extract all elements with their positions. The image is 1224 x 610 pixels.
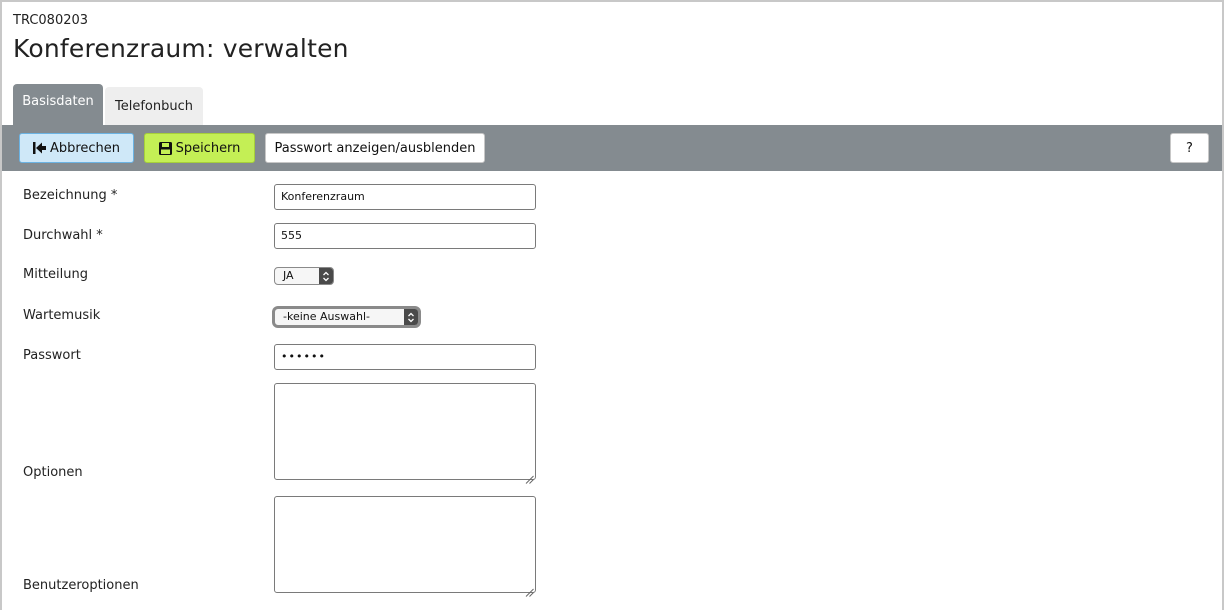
benutzeroptionen-label: Benutzeroptionen: [23, 578, 139, 593]
wartemusik-select-value: -keine Auswahl-: [283, 310, 370, 323]
optionen-label: Optionen: [23, 465, 83, 480]
password-toggle-button[interactable]: Passwort anzeigen/ausblenden: [265, 133, 485, 163]
wartemusik-select[interactable]: -keine Auswahl-: [274, 308, 419, 326]
tab-basisdaten[interactable]: Basisdaten: [13, 84, 103, 125]
tab-telefonbuch[interactable]: Telefonbuch: [105, 87, 203, 125]
resize-grip-icon[interactable]: [525, 582, 534, 597]
select-chevron-icon: [319, 268, 333, 284]
bezeichnung-label: Bezeichnung *: [23, 188, 118, 203]
passwort-label: Passwort: [23, 348, 81, 363]
mitteilung-select[interactable]: JA: [274, 267, 334, 285]
save-label: Speichern: [175, 140, 241, 156]
save-button[interactable]: Speichern: [144, 133, 255, 163]
mitteilung-select-value: JA: [283, 269, 294, 282]
wartemusik-label: Wartemusik: [23, 308, 101, 323]
toolbar: Abbrechen Speichern Passwort anzeigen/au…: [2, 125, 1222, 171]
cancel-label: Abbrechen: [49, 140, 121, 156]
help-button[interactable]: ?: [1170, 133, 1209, 163]
mitteilung-label: Mitteilung: [23, 267, 88, 282]
select-chevron-icon: [404, 309, 418, 325]
passwort-input[interactable]: ••••••: [274, 344, 536, 370]
durchwahl-input[interactable]: 555: [274, 223, 536, 249]
cancel-button[interactable]: Abbrechen: [19, 133, 134, 163]
durchwahl-label: Durchwahl *: [23, 228, 103, 243]
page-code: TRC080203: [13, 13, 89, 28]
bezeichnung-input[interactable]: Konferenzraum: [274, 184, 536, 210]
floppy-disk-icon: [158, 141, 172, 155]
resize-grip-icon[interactable]: [525, 469, 534, 484]
page-title: Konferenzraum: verwalten: [13, 34, 349, 63]
benutzeroptionen-textarea[interactable]: [274, 496, 536, 597]
step-back-icon: [32, 142, 46, 154]
optionen-textarea[interactable]: [274, 383, 536, 484]
app-window: TRC080203 Konferenzraum: verwalten Basis…: [0, 0, 1224, 610]
